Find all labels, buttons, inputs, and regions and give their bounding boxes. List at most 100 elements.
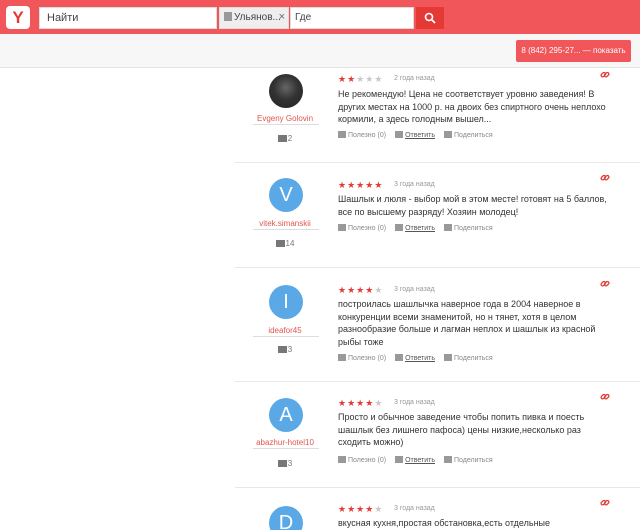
thumbs-up-icon <box>338 354 346 361</box>
share-icon <box>443 354 452 361</box>
user-review-count: 3 <box>235 345 335 354</box>
user-avatar[interactable]: D <box>269 506 303 530</box>
star-icon: ★ <box>356 504 366 514</box>
review-actions: Полезно (0) Ответить Поделиться <box>338 456 502 464</box>
top-bar: Y Найти Ульянов... × Где <box>0 0 640 34</box>
user-review-count: 14 <box>235 239 335 248</box>
star-icon: ★ <box>347 398 357 408</box>
review-card: D ★★★★★ 3 года назад вкусная кухня,простая … <box>235 488 640 530</box>
search-icon <box>424 12 436 24</box>
review-date: 3 года назад <box>394 399 435 406</box>
logo[interactable]: Y <box>6 6 30 29</box>
star-icon: ★ <box>374 285 384 295</box>
rating-stars: ★★★★★ <box>338 285 383 296</box>
review-card: Iideafor45 3 ★★★★★ 3 года назад построилась … <box>235 268 640 382</box>
star-icon: ★ <box>338 504 348 514</box>
share-button[interactable]: Поделиться <box>443 131 493 139</box>
user-name-link[interactable]: abazhur-hotel10 <box>235 438 335 447</box>
useful-button[interactable]: Полезно (0) <box>338 354 386 362</box>
rating-stars: ★★★★★ <box>338 504 383 515</box>
review-date: 3 года назад <box>394 181 435 188</box>
divider <box>253 336 319 337</box>
star-icon: ★ <box>347 74 357 84</box>
where-input[interactable]: Где <box>290 7 414 29</box>
city-selector[interactable]: Ульянов... × <box>219 7 289 29</box>
search-button[interactable] <box>416 7 444 29</box>
review-text: Не рекомендую! Цена не соответствует уро… <box>338 89 606 124</box>
star-icon: ★ <box>365 180 375 190</box>
share-button[interactable]: Поделиться <box>443 224 493 232</box>
star-icon: ★ <box>356 285 366 295</box>
search-input[interactable]: Найти <box>39 7 217 29</box>
reply-icon <box>395 224 404 231</box>
reply-button[interactable]: Ответить <box>395 456 435 464</box>
review-actions: Полезно (0) Ответить Поделиться <box>338 131 502 139</box>
show-phone-button[interactable]: 8 (842) 295-27... — показать <box>516 40 631 62</box>
review-card: Vvitek.simanskii 14 ★★★★★ 3 года назад Шашлы… <box>235 163 640 268</box>
link-icon[interactable] <box>600 498 610 508</box>
useful-button[interactable]: Полезно (0) <box>338 456 386 464</box>
user-avatar[interactable]: V <box>269 178 303 212</box>
star-icon: ★ <box>365 285 375 295</box>
comments-icon <box>275 240 285 247</box>
clear-city-icon[interactable]: × <box>279 11 285 23</box>
share-icon <box>443 131 452 138</box>
useful-button[interactable]: Полезно (0) <box>338 224 386 232</box>
building-icon <box>224 12 232 21</box>
star-icon: ★ <box>374 74 384 84</box>
share-icon <box>443 456 452 463</box>
star-icon: ★ <box>338 74 348 84</box>
review-actions: Полезно (0) Ответить Поделиться <box>338 224 502 232</box>
user-avatar[interactable]: A <box>269 398 303 432</box>
thumbs-up-icon <box>338 131 346 138</box>
star-icon: ★ <box>356 180 366 190</box>
reply-icon <box>395 131 404 138</box>
user-name-link[interactable]: Evgeny Golovin <box>235 114 335 123</box>
star-icon: ★ <box>374 398 384 408</box>
user-avatar[interactable]: I <box>269 285 303 319</box>
user-name-link[interactable]: ideafor45 <box>235 326 335 335</box>
thumbs-up-icon <box>338 456 346 463</box>
rating-stars: ★★★★★ <box>338 398 383 409</box>
reply-button[interactable]: Ответить <box>395 131 435 139</box>
review-text: вкусная кухня,простая обстановка,есть от… <box>338 518 551 528</box>
divider <box>253 124 319 125</box>
divider <box>253 229 319 230</box>
review-date: 3 года назад <box>394 286 435 293</box>
user-avatar[interactable] <box>269 74 303 108</box>
star-icon: ★ <box>338 398 348 408</box>
reply-button[interactable]: Ответить <box>395 224 435 232</box>
reply-icon <box>395 354 404 361</box>
comments-icon <box>277 460 287 467</box>
link-icon[interactable] <box>600 392 610 402</box>
review-date: 3 года назад <box>394 505 435 512</box>
review-date: 2 года назад <box>394 75 435 82</box>
star-icon: ★ <box>365 504 375 514</box>
comments-icon <box>277 346 287 353</box>
user-name-link[interactable]: vitek.simanskii <box>235 219 335 228</box>
star-icon: ★ <box>347 180 357 190</box>
useful-button[interactable]: Полезно (0) <box>338 131 386 139</box>
star-icon: ★ <box>356 74 366 84</box>
review-text: построилась шашлычка наверное года в 200… <box>338 299 596 347</box>
review-text: Шашлык и люля - выбор мой в этом месте! … <box>338 194 607 217</box>
rating-stars: ★★★★★ <box>338 74 383 85</box>
star-icon: ★ <box>374 180 384 190</box>
review-card: Aabazhur-hotel10 3 ★★★★★ 3 года назад Просто… <box>235 382 640 488</box>
link-icon[interactable] <box>600 70 610 80</box>
share-button[interactable]: Поделиться <box>443 354 493 362</box>
city-label: Ульянов... <box>234 12 281 23</box>
star-icon: ★ <box>338 285 348 295</box>
reply-icon <box>395 456 404 463</box>
star-icon: ★ <box>347 504 357 514</box>
reply-button[interactable]: Ответить <box>395 354 435 362</box>
user-review-count: 3 <box>235 459 335 468</box>
comments-icon <box>277 135 287 142</box>
star-icon: ★ <box>356 398 366 408</box>
star-icon: ★ <box>347 285 357 295</box>
link-icon[interactable] <box>600 279 610 289</box>
share-button[interactable]: Поделиться <box>443 456 493 464</box>
rating-stars: ★★★★★ <box>338 180 383 191</box>
review-text: Просто и обычное заведение чтобы попить … <box>338 412 585 447</box>
link-icon[interactable] <box>600 173 610 183</box>
